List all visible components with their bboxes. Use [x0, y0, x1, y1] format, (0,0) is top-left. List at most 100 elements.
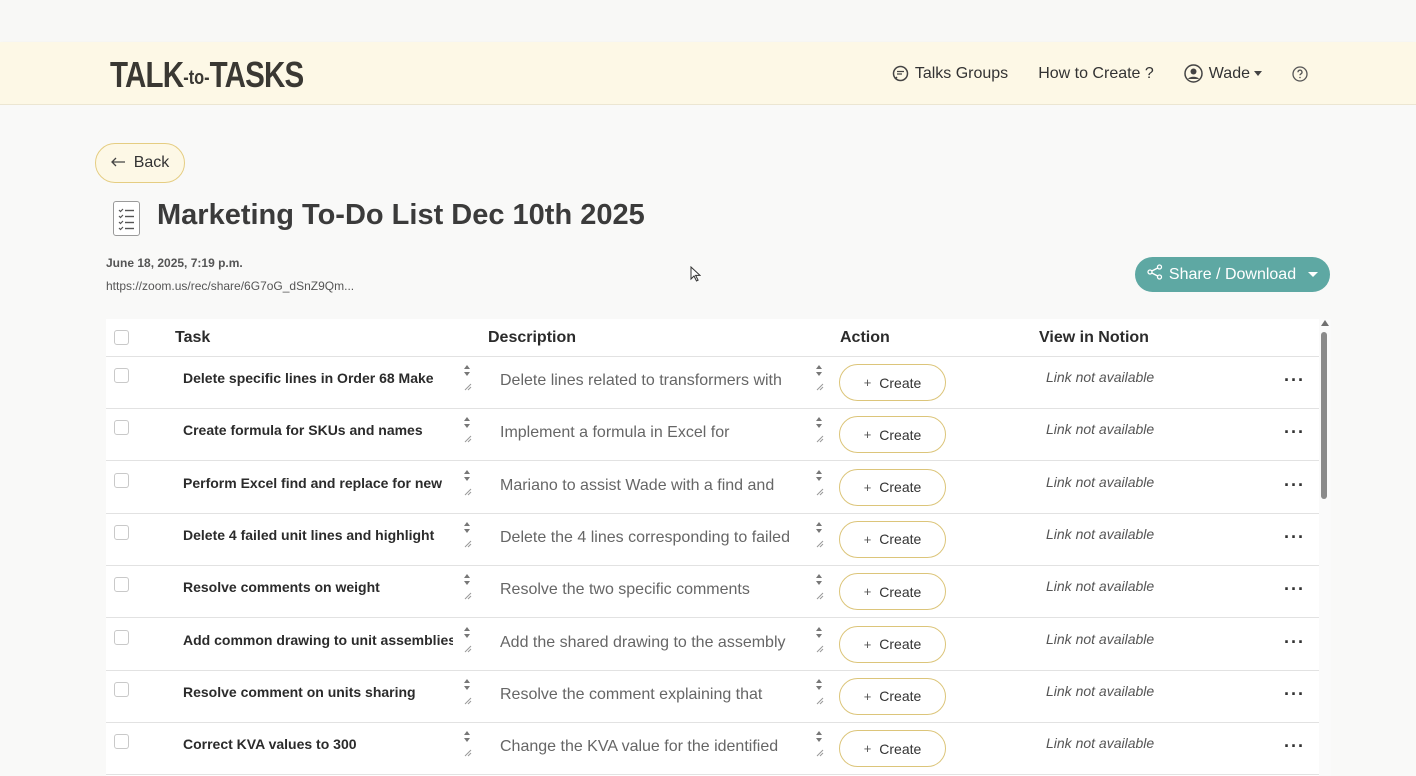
create-button[interactable]: + Create	[839, 468, 946, 506]
task-description[interactable]: Add the shared drawing to the assembly	[500, 634, 800, 658]
resize-handle-icon[interactable]	[813, 415, 825, 445]
user-menu[interactable]: Wade	[1184, 64, 1262, 83]
plus-icon: +	[863, 375, 872, 390]
column-header-description: Description	[488, 329, 577, 346]
column-header-notion: View in Notion	[1039, 329, 1149, 346]
more-options-icon[interactable]: ···	[1284, 684, 1305, 705]
back-button[interactable]: Back	[95, 143, 185, 183]
create-button[interactable]: + Create	[839, 364, 946, 401]
resize-handle-icon[interactable]	[813, 625, 825, 655]
create-button-label: Create	[879, 426, 922, 443]
select-all-checkbox[interactable]	[114, 330, 129, 345]
nav-how-to-create[interactable]: How to Create ?	[1038, 65, 1154, 83]
create-button[interactable]: + Create	[839, 677, 946, 715]
resize-handle-icon[interactable]	[813, 468, 825, 498]
nav-talks-groups[interactable]: Talks Groups	[892, 65, 1008, 83]
more-options-icon[interactable]: ···	[1284, 475, 1305, 496]
more-options-icon[interactable]: ···	[1284, 736, 1305, 757]
notion-link-status: Link not available	[1046, 682, 1155, 699]
user-avatar-icon	[1184, 64, 1203, 83]
more-options-icon[interactable]: ···	[1284, 632, 1305, 653]
table-row: Correct KVA values to 300 Change the KVA…	[106, 723, 1319, 776]
share-download-button[interactable]: Share / Download	[1135, 257, 1330, 292]
task-title[interactable]: Correct KVA values to 300	[183, 736, 453, 752]
resize-handle-icon[interactable]	[813, 363, 825, 393]
row-checkbox[interactable]	[114, 681, 129, 697]
resize-handle-icon[interactable]	[461, 729, 473, 759]
resize-handle-icon[interactable]	[461, 468, 473, 498]
task-title[interactable]: Create formula for SKUs and names	[183, 422, 453, 438]
plus-icon: +	[863, 427, 872, 443]
create-button[interactable]: + Create	[839, 730, 946, 768]
create-button[interactable]: + Create	[839, 416, 946, 454]
resize-handle-icon[interactable]	[461, 520, 473, 550]
task-description[interactable]: Implement a formula in Excel for	[500, 424, 800, 448]
task-title[interactable]: Delete 4 failed unit lines and highlight	[183, 527, 453, 543]
plus-icon: +	[863, 479, 872, 495]
create-button-label: Create	[879, 531, 922, 548]
more-options-icon[interactable]: ···	[1284, 422, 1305, 443]
task-title[interactable]: Delete specific lines in Order 68 Make	[183, 370, 453, 386]
table-row: Perform Excel find and replace for new M…	[106, 462, 1319, 514]
resize-handle-icon[interactable]	[461, 625, 473, 655]
plus-icon: +	[863, 741, 872, 757]
more-options-icon[interactable]: ···	[1284, 579, 1305, 600]
notion-link-status: Link not available	[1046, 630, 1155, 647]
row-checkbox[interactable]	[114, 368, 129, 383]
task-description[interactable]: Change the KVA value for the identified	[500, 738, 800, 762]
resize-handle-icon[interactable]	[461, 677, 473, 707]
table-scrollbar[interactable]	[1319, 319, 1331, 776]
resize-handle-icon[interactable]	[461, 572, 473, 602]
create-button-label: Create	[879, 479, 922, 496]
more-options-icon[interactable]: ···	[1284, 527, 1305, 548]
resize-handle-icon[interactable]	[461, 415, 473, 445]
notion-link-status: Link not available	[1046, 473, 1155, 490]
resize-handle-icon[interactable]	[813, 520, 825, 550]
window-top-strip	[0, 0, 1416, 42]
task-title[interactable]: Resolve comment on units sharing	[183, 684, 453, 700]
back-button-label: Back	[133, 154, 170, 171]
main-content: Back Marketing To-Do List Dec 10th 2025 …	[0, 105, 1416, 776]
app-logo[interactable]: TALK-to-TASKS	[110, 54, 305, 96]
create-button[interactable]: + Create	[839, 625, 946, 663]
task-title[interactable]: Resolve comments on weight	[183, 579, 453, 595]
chat-bubble-icon	[892, 65, 909, 82]
plus-icon: +	[863, 531, 872, 547]
nav-how-to-create-label: How to Create ?	[1038, 64, 1154, 82]
resize-handle-icon[interactable]	[813, 572, 825, 602]
row-checkbox[interactable]	[114, 629, 129, 645]
create-button[interactable]: + Create	[839, 520, 946, 558]
task-description[interactable]: Delete the 4 lines corresponding to fail…	[500, 529, 800, 553]
scrollbar-thumb[interactable]	[1321, 332, 1327, 499]
resize-handle-icon[interactable]	[813, 729, 825, 759]
task-description[interactable]: Resolve the comment explaining that	[500, 686, 800, 710]
task-description[interactable]: Mariano to assist Wade with a find and	[500, 477, 800, 501]
create-button[interactable]: + Create	[839, 573, 946, 611]
task-title[interactable]: Perform Excel find and replace for new	[183, 475, 453, 491]
resize-handle-icon[interactable]	[813, 677, 825, 707]
create-button-label: Create	[879, 583, 922, 600]
row-checkbox[interactable]	[114, 734, 129, 750]
row-checkbox[interactable]	[114, 420, 129, 436]
table-row: Add common drawing to unit assemblies Ad…	[106, 619, 1319, 671]
task-description[interactable]: Delete lines related to transformers wit…	[500, 372, 800, 396]
help-icon	[1292, 65, 1308, 82]
row-checkbox[interactable]	[114, 472, 129, 488]
recording-link[interactable]: https://zoom.us/rec/share/6G7oG_dSnZ9Qm.…	[106, 279, 354, 293]
row-checkbox[interactable]	[114, 524, 129, 540]
task-description[interactable]: Resolve the two specific comments	[500, 581, 800, 605]
column-header-task: Task	[175, 329, 211, 346]
chevron-down-icon	[1308, 272, 1319, 277]
notion-link-status: Link not available	[1046, 578, 1155, 595]
more-options-icon[interactable]: ···	[1284, 370, 1305, 391]
row-checkbox[interactable]	[114, 577, 129, 593]
help-button[interactable]	[1292, 65, 1308, 82]
logo-text-to: -to-	[183, 67, 210, 89]
nav-links: Talks Groups How to Create ? Wade	[892, 42, 1416, 105]
mouse-cursor-icon	[690, 265, 702, 287]
resize-handle-icon[interactable]	[461, 363, 473, 393]
task-title[interactable]: Add common drawing to unit assemblies	[183, 632, 453, 648]
page-title: Marketing To-Do List Dec 10th 2025	[157, 199, 645, 231]
scroll-up-arrow-icon[interactable]	[1321, 320, 1329, 326]
logo-text-tasks: TASKS	[209, 54, 305, 95]
